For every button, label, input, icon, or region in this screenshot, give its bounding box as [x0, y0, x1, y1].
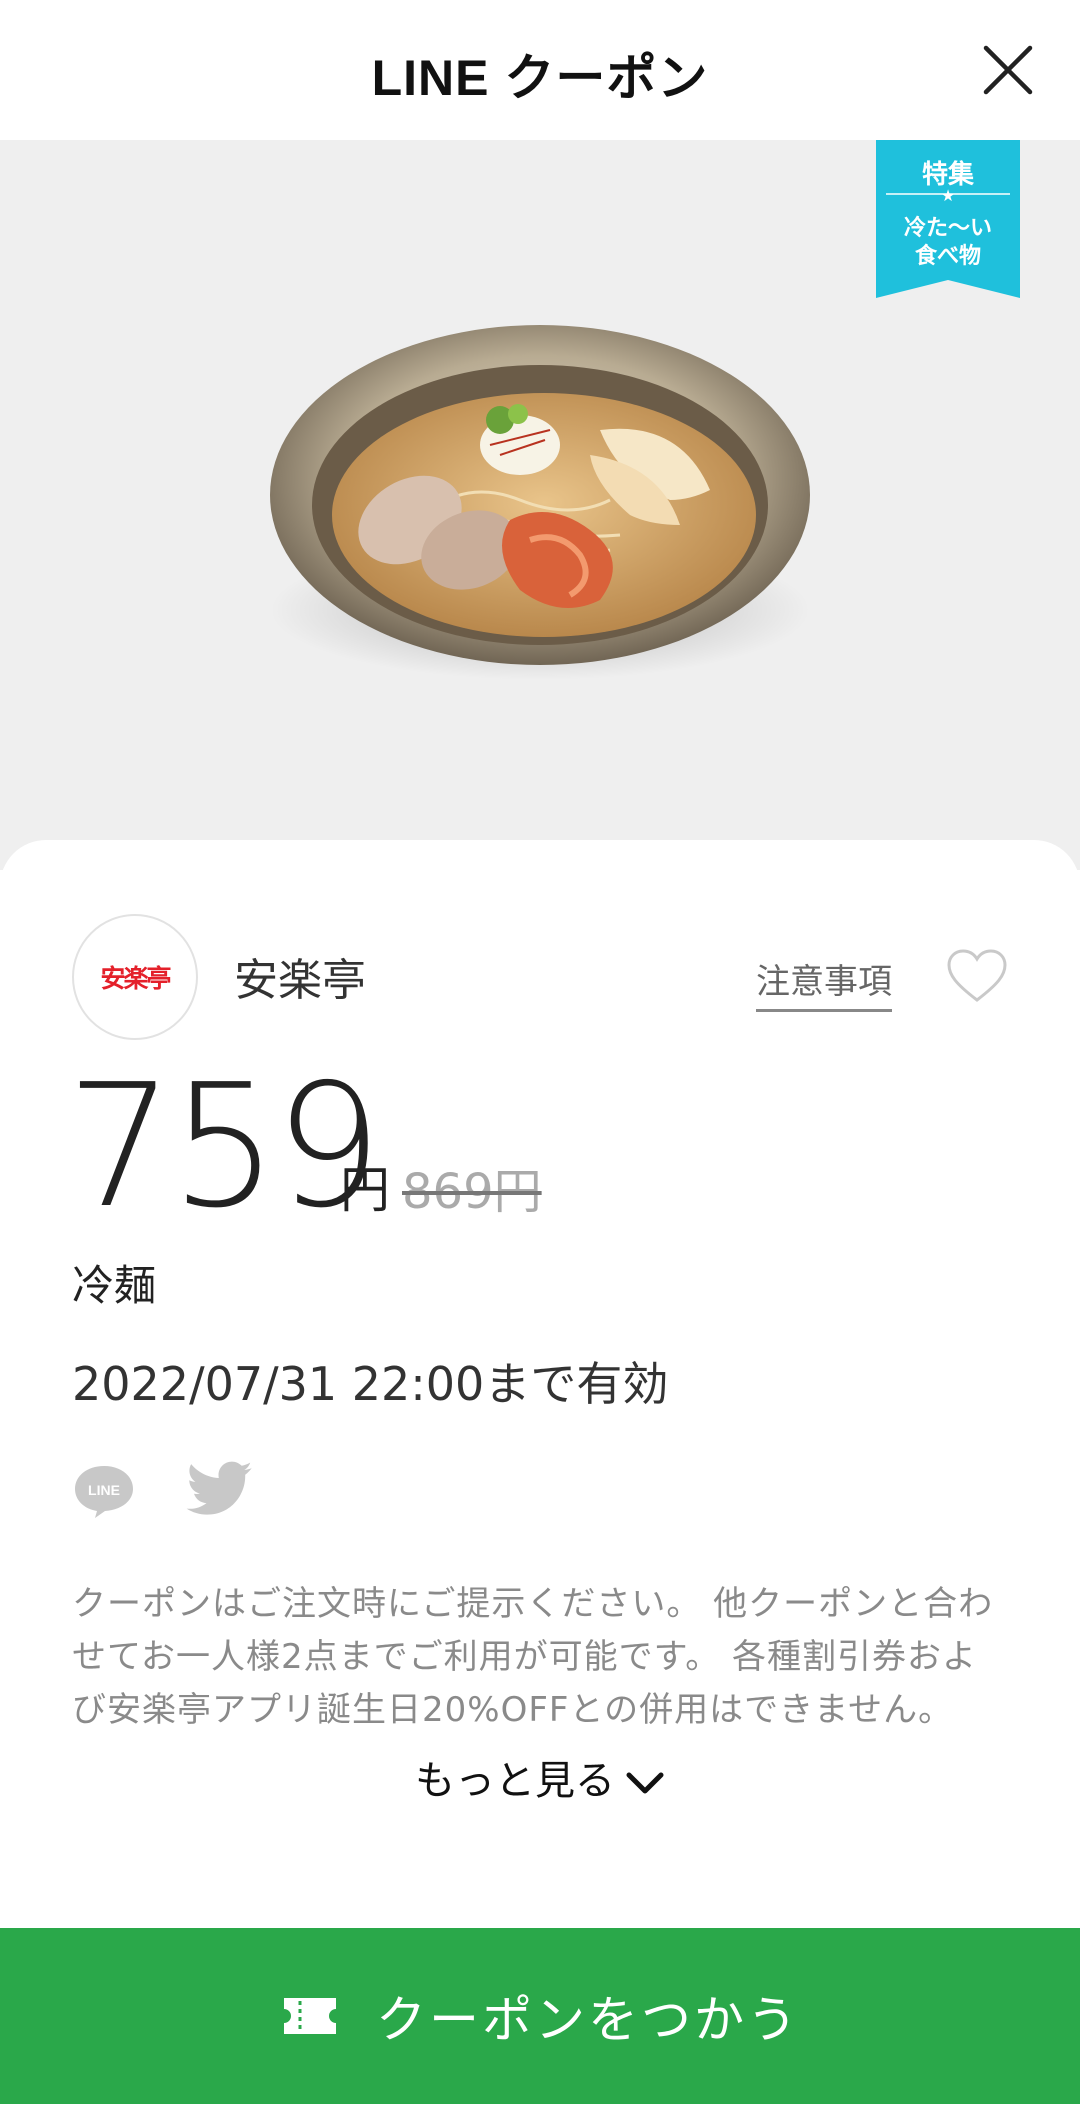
heart-icon — [947, 949, 1007, 1002]
notice-link[interactable]: 注意事項 — [756, 954, 892, 1012]
share-twitter-button[interactable] — [186, 1460, 254, 1518]
coupon-card: 安楽亭 安楽亭 注意事項 759 円 869円 冷麺 2022/07/31 22… — [0, 840, 1080, 2104]
coupon-price: 759 — [66, 1048, 382, 1246]
chevron-down-icon — [626, 1772, 664, 1794]
shop-logo: 安楽亭 — [72, 914, 198, 1040]
see-more-label: もっと見る — [415, 1758, 615, 1804]
validity-text: 2022/07/31 22:00まで有効 — [72, 1357, 669, 1411]
share-line-button[interactable]: LINE — [72, 1462, 136, 1520]
ribbon-line-2: 食べ物 — [914, 244, 981, 269]
header-bar: LINE クーポン — [0, 0, 1080, 140]
coupon-description: クーポンはご注文時にご提示ください。 他クーポンと合わせてお一人様2点までご利用… — [72, 1584, 994, 1730]
page-title: LINE クーポン — [371, 50, 709, 106]
use-coupon-label: クーポンをつかう — [376, 1991, 800, 2049]
original-price: 869円 — [402, 1164, 542, 1220]
use-coupon-button[interactable]: クーポンをつかう — [0, 1928, 1080, 2104]
item-name: 冷麺 — [72, 1261, 157, 1310]
close-button[interactable] — [982, 44, 1034, 96]
food-photo — [270, 325, 810, 680]
twitter-icon — [186, 1461, 252, 1515]
price-unit: 円 — [340, 1161, 390, 1219]
line-icon-label: LINE — [88, 1482, 120, 1498]
line-icon: LINE — [75, 1466, 133, 1518]
favorite-button[interactable] — [946, 948, 1008, 1004]
shop-logo-text: 安楽亭 — [100, 964, 171, 993]
ribbon-title: 特集 — [921, 160, 974, 190]
shop-name: 安楽亭 — [234, 955, 366, 1006]
ticket-icon — [284, 1998, 336, 2034]
see-more-button[interactable]: もっと見る — [0, 1748, 1080, 1806]
close-icon — [983, 45, 1033, 95]
feature-ribbon: ★ 特集 冷た〜い 食べ物 — [876, 140, 1020, 298]
